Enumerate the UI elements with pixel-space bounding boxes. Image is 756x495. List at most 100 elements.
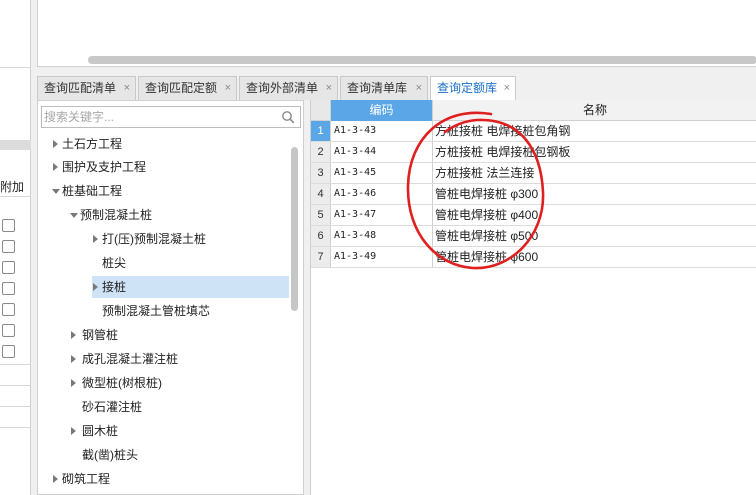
quota-code-cell[interactable]: A1-3-48 [331, 226, 433, 246]
close-icon[interactable]: × [416, 77, 422, 99]
collapse-arrow-icon[interactable] [70, 213, 78, 218]
quota-category-tree: 土石方工程 围护及支护工程 桩基础工程 预制混凝土桩 打(压)预制混凝土桩 桩尖… [37, 100, 304, 495]
tree-node-label: 微型桩(树根桩) [82, 376, 162, 390]
tree-node-pipe-pile-fill[interactable]: 预制混凝土管桩填芯 [92, 300, 292, 322]
quota-name-cell[interactable]: 管桩电焊接桩 φ300 [433, 184, 756, 204]
row-checkbox[interactable] [2, 345, 15, 358]
panel-header-band [0, 140, 31, 150]
tree-node-steel-pipe-pile[interactable]: 钢管桩 [70, 324, 292, 346]
tree-node-label: 接桩 [102, 280, 127, 294]
row-checkbox[interactable] [2, 282, 15, 295]
search-input[interactable] [44, 108, 272, 126]
upper-panel [37, 0, 756, 67]
tree-node-label: 圆木桩 [82, 424, 119, 438]
vertical-scrollbar[interactable] [291, 147, 298, 311]
quota-code-cell[interactable]: A1-3-43 [331, 121, 433, 141]
quota-name-cell[interactable]: 管桩电焊接桩 φ500 [433, 226, 756, 246]
table-row[interactable]: 2 A1-3-44 方桩接桩 电焊接桩包钢板 [311, 142, 756, 163]
tree-node-earthwork[interactable]: 土石方工程 [52, 133, 292, 155]
row-number: 4 [311, 184, 331, 204]
row-number: 3 [311, 163, 331, 183]
row-checkbox[interactable] [2, 303, 15, 316]
column-header-code[interactable]: 编码 [331, 100, 433, 121]
tree-node-timber-pile[interactable]: 圆木桩 [70, 420, 292, 442]
expand-arrow-icon[interactable] [53, 475, 58, 483]
expand-arrow-icon[interactable] [71, 331, 76, 339]
tree-node-driven-pile[interactable]: 打(压)预制混凝土桩 [92, 228, 292, 250]
tree-node-precast-pile[interactable]: 预制混凝土桩 [70, 204, 292, 226]
row-number-header [311, 100, 331, 121]
tree-node-retaining[interactable]: 围护及支护工程 [52, 156, 292, 178]
tree-node-bored-pile[interactable]: 成孔混凝土灌注桩 [70, 348, 292, 370]
tab-query-matched-bill[interactable]: 查询匹配清单 × [37, 76, 136, 100]
quota-name-cell[interactable]: 管桩电焊接桩 φ400 [433, 205, 756, 225]
tree-node-label: 预制混凝土桩 [80, 208, 153, 222]
table-row[interactable]: 1 A1-3-43 方桩接桩 电焊接桩包角钢 [311, 121, 756, 142]
tab-query-external-bill[interactable]: 查询外部清单 × [239, 76, 338, 100]
row-number: 6 [311, 226, 331, 246]
tree-node-label: 钢管桩 [82, 328, 119, 342]
tab-query-matched-quota[interactable]: 查询匹配定额 × [138, 76, 237, 100]
quota-name-cell[interactable]: 方桩接桩 法兰连接 [433, 163, 756, 183]
tree-node-label: 打(压)预制混凝土桩 [102, 232, 206, 246]
attach-column-header: 附加 [0, 180, 25, 194]
close-icon[interactable]: × [124, 77, 130, 99]
expand-arrow-icon[interactable] [53, 140, 58, 148]
tree-node-label: 砂石灌注桩 [82, 400, 143, 414]
quota-code-cell[interactable]: A1-3-46 [331, 184, 433, 204]
column-header-name[interactable]: 名称 [433, 100, 756, 121]
tab-label: 查询清单库 [347, 81, 408, 95]
table-row[interactable]: 6 A1-3-48 管桩电焊接桩 φ500 [311, 226, 756, 247]
tree-node-label: 砌筑工程 [62, 472, 111, 486]
tab-label: 查询匹配定额 [145, 81, 218, 95]
expand-arrow-icon[interactable] [71, 379, 76, 387]
quota-name-cell[interactable]: 方桩接桩 电焊接桩包角钢 [433, 121, 756, 141]
expand-arrow-icon[interactable] [53, 163, 58, 171]
tree-node-label: 桩尖 [102, 256, 127, 270]
divider [0, 385, 31, 386]
horizontal-scrollbar[interactable] [88, 56, 756, 64]
tree-node-masonry[interactable]: 砌筑工程 [52, 468, 292, 490]
table-row[interactable]: 3 A1-3-45 方桩接桩 法兰连接 [311, 163, 756, 184]
tree-node-pile-tip[interactable]: 桩尖 [92, 252, 292, 274]
close-icon[interactable]: × [504, 77, 510, 99]
row-checkbox[interactable] [2, 219, 15, 232]
expand-arrow-icon[interactable] [71, 355, 76, 363]
row-checkbox[interactable] [2, 324, 15, 337]
quota-code-cell[interactable]: A1-3-47 [331, 205, 433, 225]
divider [0, 364, 31, 365]
close-icon[interactable]: × [326, 77, 332, 99]
quota-code-cell[interactable]: A1-3-45 [331, 163, 433, 183]
row-checkbox[interactable] [2, 261, 15, 274]
quota-code-cell[interactable]: A1-3-49 [331, 247, 433, 267]
table-row[interactable]: 7 A1-3-49 管桩电焊接桩 φ600 [311, 247, 756, 268]
search-icon[interactable] [281, 110, 295, 124]
tree-node-pile-foundation[interactable]: 桩基础工程 [52, 180, 292, 202]
table-row[interactable]: 4 A1-3-46 管桩电焊接桩 φ300 [311, 184, 756, 205]
divider [0, 427, 31, 428]
tree-node-label: 成孔混凝土灌注桩 [82, 352, 179, 366]
divider [0, 67, 31, 68]
expand-arrow-icon[interactable] [71, 427, 76, 435]
row-number: 7 [311, 247, 331, 267]
tree-node-micro-pile[interactable]: 微型桩(树根桩) [70, 372, 292, 394]
collapse-arrow-icon[interactable] [52, 189, 60, 194]
table-row[interactable]: 5 A1-3-47 管桩电焊接桩 φ400 [311, 205, 756, 226]
row-checkbox[interactable] [2, 240, 15, 253]
tree-node-sand-gravel-pile[interactable]: 砂石灌注桩 [70, 396, 292, 418]
search-box [41, 106, 301, 128]
expand-arrow-icon[interactable] [93, 235, 98, 243]
quota-code-cell[interactable]: A1-3-44 [331, 142, 433, 162]
close-icon[interactable]: × [225, 77, 231, 99]
divider [0, 196, 31, 197]
tree-node-pile-splice[interactable]: 接桩 [92, 276, 289, 298]
expand-arrow-icon[interactable] [93, 283, 98, 291]
tree-node-pile-head-cutting[interactable]: 截(凿)桩头 [70, 444, 292, 466]
quota-name-cell[interactable]: 方桩接桩 电焊接桩包钢板 [433, 142, 756, 162]
quota-name-cell[interactable]: 管桩电焊接桩 φ600 [433, 247, 756, 267]
tab-query-bill-library[interactable]: 查询清单库 × [340, 76, 428, 100]
tab-label: 查询外部清单 [246, 81, 319, 95]
tree-node-label: 截(凿)桩头 [82, 448, 138, 462]
tab-query-quota-library[interactable]: 查询定额库 × [430, 76, 516, 101]
row-number: 5 [311, 205, 331, 225]
